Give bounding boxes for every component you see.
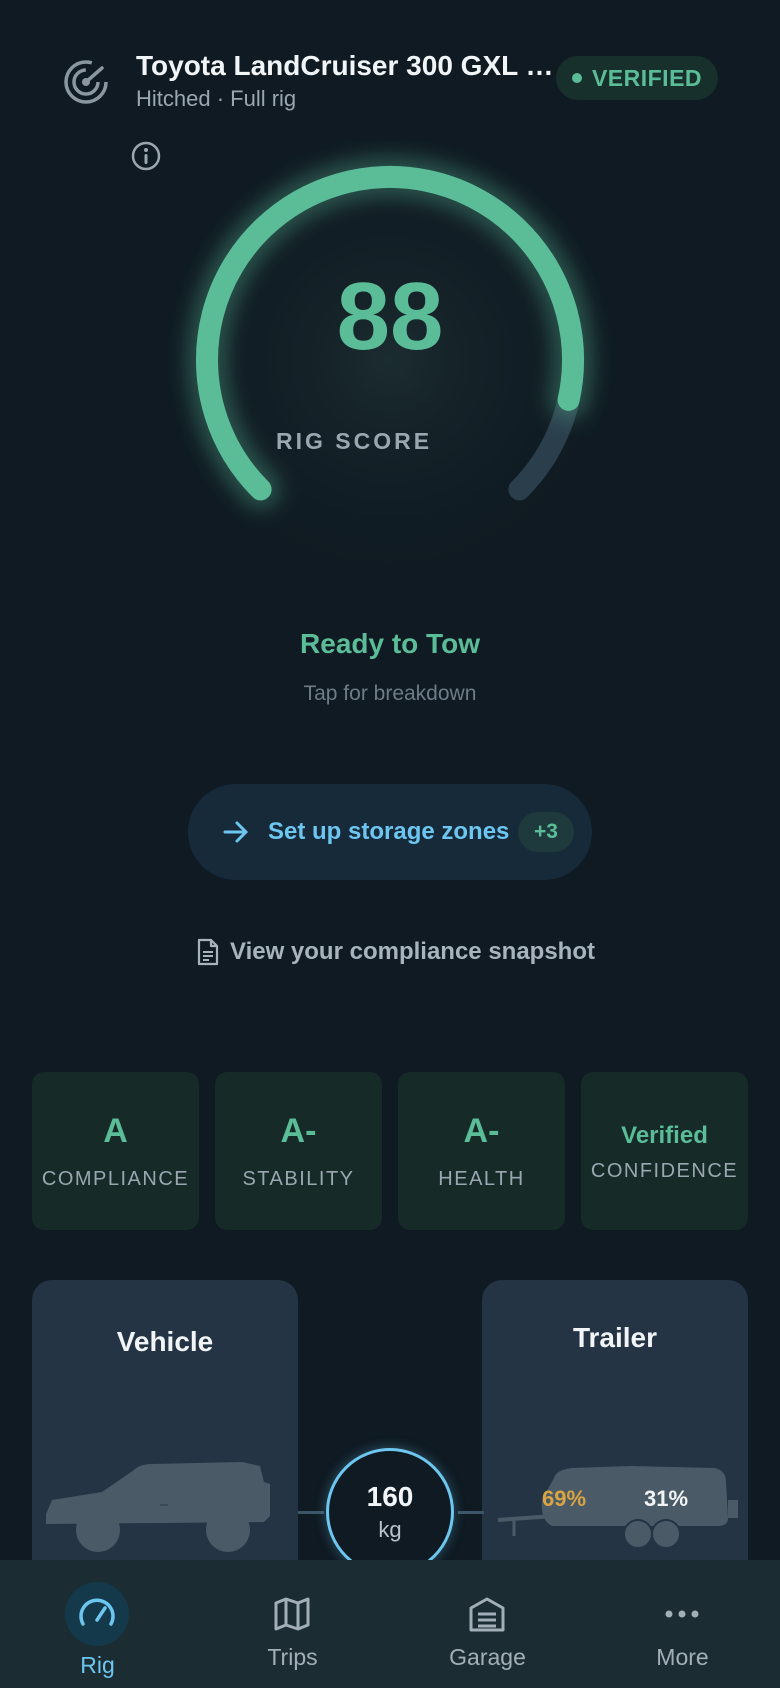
tab-rig[interactable]: Rig bbox=[0, 1560, 195, 1688]
rig-header: Toyota LandCruiser 300 GXL … Hitched · F… bbox=[62, 50, 722, 116]
tab-trips[interactable]: Trips bbox=[195, 1560, 390, 1688]
grade-card-compliance[interactable]: A COMPLIANCE bbox=[32, 1072, 199, 1230]
towball-weight-readout[interactable]: 160 kg bbox=[326, 1448, 454, 1576]
compliance-snapshot-label: View your compliance snapshot bbox=[230, 938, 595, 965]
rig-score-value: 88 bbox=[336, 263, 444, 370]
grade-label: CONFIDENCE bbox=[590, 1160, 739, 1182]
hitch-connector bbox=[458, 1511, 484, 1514]
document-icon bbox=[197, 938, 219, 966]
storage-zones-count-badge: +3 bbox=[518, 812, 574, 852]
trailer-front-weight-pct: 69% bbox=[542, 1486, 587, 1511]
grade-card-stability[interactable]: A- STABILITY bbox=[215, 1072, 382, 1230]
towball-weight-unit: kg bbox=[378, 1517, 402, 1542]
vehicle-name: Toyota LandCruiser 300 GXL … bbox=[136, 50, 554, 81]
grade-label: HEALTH bbox=[438, 1168, 525, 1190]
speedometer-icon bbox=[65, 1582, 129, 1646]
setup-storage-zones-label: Set up storage zones bbox=[268, 818, 510, 845]
grade-value: A bbox=[103, 1112, 128, 1150]
grade-card-confidence[interactable]: Verified CONFIDENCE bbox=[581, 1072, 748, 1230]
caravan-silhouette-icon bbox=[497, 1466, 738, 1549]
bottom-tab-bar: Rig Trips Garage More bbox=[0, 1560, 780, 1688]
verified-badge-label: VERIFIED bbox=[591, 64, 703, 91]
grade-label: STABILITY bbox=[242, 1168, 355, 1190]
breakdown-hint[interactable]: Tap for breakdown bbox=[0, 682, 780, 706]
grade-card-health[interactable]: A- HEALTH bbox=[398, 1072, 565, 1230]
trailer-rear-weight-pct: 31% bbox=[644, 1486, 689, 1511]
setup-storage-zones-button[interactable]: Set up storage zones +3 bbox=[188, 784, 592, 880]
radar-icon bbox=[64, 60, 108, 104]
suv-silhouette-icon bbox=[46, 1462, 270, 1552]
rig-score-label: RIG SCORE bbox=[276, 428, 433, 454]
status-dot-icon bbox=[571, 73, 582, 83]
grade-value: Verified bbox=[621, 1122, 708, 1149]
more-dots-icon bbox=[650, 1582, 714, 1646]
trailer-card-title: Trailer bbox=[572, 1322, 658, 1353]
map-icon bbox=[260, 1582, 324, 1646]
tab-label: Rig bbox=[80, 1652, 115, 1678]
tab-garage[interactable]: Garage bbox=[390, 1560, 585, 1688]
tab-label: Garage bbox=[449, 1644, 526, 1670]
grade-value: A- bbox=[280, 1112, 317, 1150]
rig-score-gauge[interactable]: 88 RIG SCORE bbox=[130, 140, 650, 580]
hitch-connector bbox=[298, 1511, 324, 1514]
vehicle-card-title: Vehicle bbox=[116, 1326, 214, 1357]
towball-weight-value: 160 bbox=[366, 1481, 414, 1512]
tab-label: Trips bbox=[267, 1644, 318, 1670]
garage-icon bbox=[455, 1582, 519, 1646]
compliance-snapshot-link[interactable]: View your compliance snapshot bbox=[196, 936, 595, 968]
grade-cards: A COMPLIANCE A- STABILITY A- HEALTH Veri… bbox=[32, 1072, 748, 1230]
grade-value: A- bbox=[463, 1112, 500, 1150]
arrow-right-icon bbox=[223, 821, 248, 843]
verified-badge: VERIFIED bbox=[556, 56, 718, 100]
tow-status-headline[interactable]: Ready to Tow bbox=[0, 628, 780, 660]
tab-more[interactable]: More bbox=[585, 1560, 780, 1688]
rig-status-subtitle: Hitched · Full rig bbox=[136, 86, 297, 111]
tab-label: More bbox=[656, 1644, 709, 1670]
info-icon[interactable] bbox=[130, 140, 162, 172]
grade-label: COMPLIANCE bbox=[41, 1168, 190, 1190]
